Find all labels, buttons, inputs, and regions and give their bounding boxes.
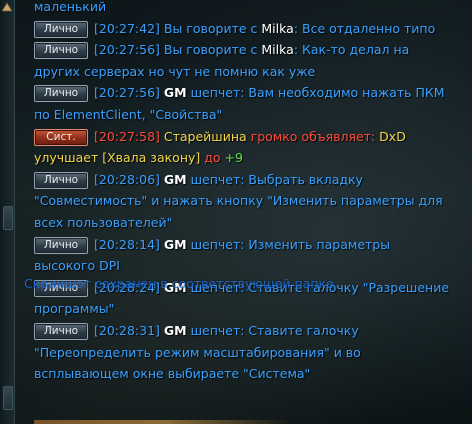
item-link[interactable]: [Хвала закону]	[102, 150, 200, 165]
gm-name[interactable]: GM	[164, 172, 187, 187]
scroll-marker	[3, 386, 13, 410]
gm-name[interactable]: GM	[164, 323, 187, 338]
message-verb: громко объявляет:	[246, 128, 380, 144]
message-verb: шепчет:	[186, 322, 249, 338]
message-text: улучшает	[34, 150, 103, 166]
chat-line: Лично [20:27:42] Вы говорите с Milka: Все…	[34, 18, 464, 40]
chat-line: высокого DPI	[34, 255, 464, 277]
gm-name[interactable]: GM	[164, 85, 187, 100]
player-name[interactable]: Milka	[261, 42, 293, 57]
message-prefix: Вы говорите с	[163, 20, 262, 36]
player-name[interactable]: Milka	[261, 21, 293, 36]
message-text: "Совместимость" и нажать кнопку "Изменит…	[34, 193, 443, 209]
chat-line: всплывающем окне выбираете "Система"	[34, 363, 464, 385]
message-text: высокого DPI	[34, 258, 120, 274]
message-text: Вам необходимо нажать ПКМ	[248, 85, 445, 101]
timestamp: [20:27:42]	[94, 20, 160, 36]
channel-private-badge[interactable]: Лично	[34, 42, 88, 60]
chat-log: маленький Лично [20:27:42] Вы говорите с …	[34, 0, 464, 385]
message-text: до	[200, 150, 225, 166]
scroll-up-icon[interactable]	[1, 2, 13, 12]
channel-private-badge[interactable]: Лично	[34, 20, 88, 38]
channel-private-badge[interactable]: Лично	[34, 171, 88, 189]
message-prefix: Вы говорите с	[163, 42, 262, 58]
chat-line: Лично [20:28:31] GM шепчет: Ставите галоч…	[34, 320, 464, 342]
message-text: всех пользователей"	[34, 214, 173, 230]
message-text: по ElementClient, "Свойства"	[34, 106, 223, 122]
chat-line: Сист. [20:27:58] Старейшина громко объявл…	[34, 126, 464, 148]
message-text: Ставите галочку	[248, 322, 359, 338]
timestamp: [20:28:31]	[94, 322, 160, 338]
message-text: "Переопределить режим масштабирования" и…	[34, 344, 361, 360]
chat-line: программы"	[34, 298, 464, 320]
chat-line: Лично [20:27:56] GM шепчет: Вам необходим…	[34, 82, 464, 104]
chat-line: улучшает [Хвала закону] до +9	[34, 147, 464, 169]
timestamp: [20:27:56]	[94, 85, 160, 101]
chat-scrollbar[interactable]	[0, 0, 15, 424]
message-text: всплывающем окне выбираете "Система"	[34, 366, 311, 382]
chat-line: всех пользователей"	[34, 212, 464, 234]
next-line-peek	[34, 420, 464, 424]
chat-line: маленький	[34, 0, 464, 18]
timestamp: [20:28:06]	[94, 171, 160, 187]
chat-line: "Совместимость" и нажать кнопку "Изменит…	[34, 190, 464, 212]
enhance-value: +9	[224, 150, 243, 166]
chat-line: Лично [20:28:14] GM шепчет: Изменить пара…	[34, 234, 464, 256]
chat-line: Лично [20:27:56] Вы говорите с Milka: Как…	[34, 39, 464, 61]
timestamp: [20:28:14]	[94, 236, 160, 252]
timestamp: [20:27:58]	[94, 128, 160, 144]
message-verb: шепчет:	[186, 85, 249, 101]
timestamp: [20:27:56]	[94, 42, 160, 58]
message-verb: шепчет:	[186, 171, 249, 187]
gm-name[interactable]: GM	[164, 237, 187, 252]
chat-line: по ElementClient, "Свойства"	[34, 104, 464, 126]
screenshot-notice: Скриншот сохранен в соответствующей папк…	[24, 276, 334, 291]
message-text: других серверах но чут не помню как уже	[34, 63, 316, 79]
message-text: : Все отдаленно типо	[293, 20, 436, 36]
message-text: Выбрать вкладку	[248, 171, 363, 187]
message-text: : Как-то делал на	[293, 42, 410, 58]
channel-system-badge[interactable]: Сист.	[34, 128, 88, 146]
channel-private-badge[interactable]: Лично	[34, 85, 88, 103]
chat-line: других серверах но чут не помню как уже	[34, 61, 464, 83]
message-text: DxD	[379, 128, 406, 144]
channel-private-badge[interactable]: Лично	[34, 322, 88, 340]
message-verb: шепчет:	[186, 236, 249, 252]
message-text: программы"	[34, 301, 115, 317]
chat-line: Лично [20:28:06] GM шепчет: Выбрать вклад…	[34, 169, 464, 191]
chat-line: "Переопределить режим масштабирования" и…	[34, 342, 464, 364]
scroll-thumb[interactable]	[3, 206, 13, 230]
message-text: Изменить параметры	[248, 236, 391, 252]
channel-private-badge[interactable]: Лично	[34, 236, 88, 254]
message-text: маленький	[34, 0, 107, 14]
announcer-name[interactable]: Старейшина	[164, 129, 247, 144]
